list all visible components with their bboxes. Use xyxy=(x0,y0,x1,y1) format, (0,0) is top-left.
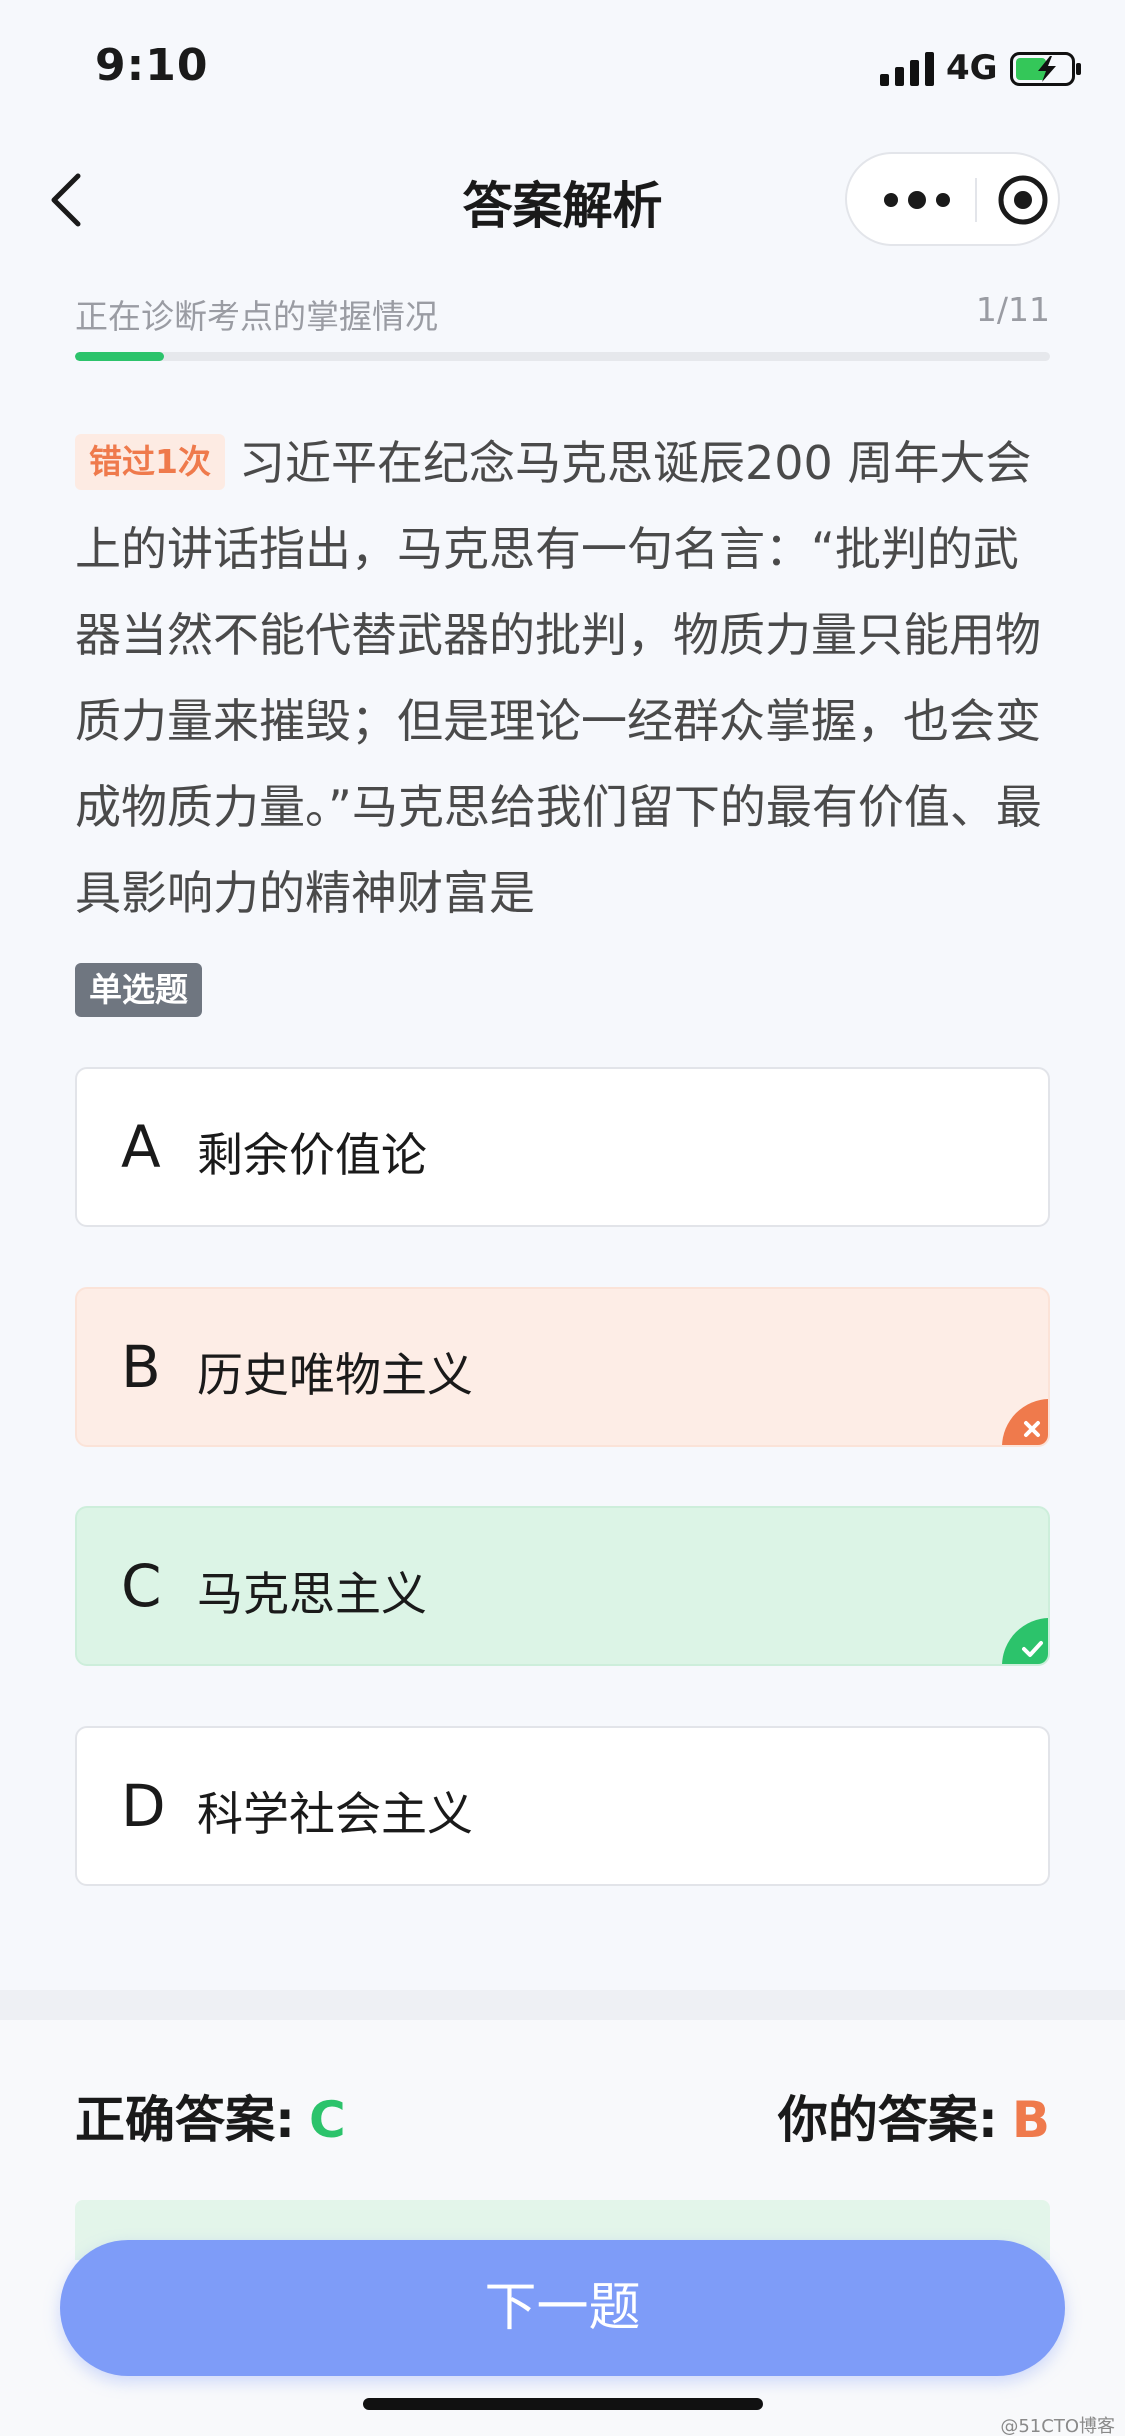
option-text: 科学社会主义 xyxy=(197,1787,473,1841)
option-b[interactable]: B 历史唯物主义 xyxy=(75,1287,1050,1447)
progress-count: 1/11 xyxy=(975,290,1050,329)
network-type: 4G xyxy=(946,48,998,88)
correct-mark-icon xyxy=(1002,1618,1048,1664)
nav-bar: 答案解析 xyxy=(0,140,1125,260)
option-c[interactable]: C 马克思主义 xyxy=(75,1506,1050,1666)
question-stem: 错过1次 习近平在纪念马克思诞辰200 周年大会上的讲话指出，马克思有一句名言：“… xyxy=(75,420,1060,936)
battery-charging-icon xyxy=(1010,52,1081,86)
next-question-button[interactable]: 下一题 xyxy=(60,2240,1065,2376)
option-text: 剩余价值论 xyxy=(197,1128,427,1182)
option-text: 历史唯物主义 xyxy=(197,1348,473,1402)
mini-program-capsule xyxy=(845,152,1060,246)
option-text: 马克思主义 xyxy=(197,1567,427,1621)
question-text: 习近平在纪念马克思诞辰200 周年大会上的讲话指出，马克思有一句名言：“批判的武… xyxy=(75,436,1042,920)
answer-analysis-page: 9:10 4G 答案解析 正在诊断考点的掌握情况 1/11 错过1次 习近平在纪… xyxy=(0,0,1125,2436)
progress-bar xyxy=(75,352,1050,361)
section-divider xyxy=(0,1990,1125,2020)
answer-section: 正确答案: C 你的答案: B 下一题 xyxy=(0,2020,1125,2436)
option-a[interactable]: A 剩余价值论 xyxy=(75,1067,1050,1227)
your-answer-value: B xyxy=(1011,2091,1050,2149)
option-d[interactable]: D 科学社会主义 xyxy=(75,1726,1050,1886)
correct-answer: 正确答案: C xyxy=(75,2080,346,2152)
progress-label: 正在诊断考点的掌握情况 xyxy=(75,297,438,336)
status-time: 9:10 xyxy=(95,40,209,91)
option-letter: C xyxy=(121,1552,162,1620)
correct-answer-value: C xyxy=(309,2091,346,2149)
your-answer: 你的答案: B xyxy=(778,2080,1050,2152)
wrong-mark-icon xyxy=(1002,1399,1048,1445)
option-letter: D xyxy=(121,1772,166,1840)
your-answer-label: 你的答案: xyxy=(777,2091,998,2149)
option-letter: B xyxy=(121,1333,161,1401)
status-bar: 9:10 4G xyxy=(0,0,1125,140)
question-type-tag: 单选题 xyxy=(75,963,202,1017)
capsule-divider xyxy=(975,178,977,222)
correct-answer-label: 正确答案: xyxy=(75,2091,295,2149)
target-icon[interactable] xyxy=(997,174,1049,226)
signal-icon xyxy=(880,52,934,86)
option-letter: A xyxy=(121,1113,161,1181)
missed-count-badge: 错过1次 xyxy=(75,434,225,490)
watermark: @51CTO博客 xyxy=(1000,2416,1115,2436)
home-indicator xyxy=(363,2398,763,2410)
more-icon[interactable] xyxy=(877,178,957,222)
progress-fill xyxy=(75,352,164,361)
